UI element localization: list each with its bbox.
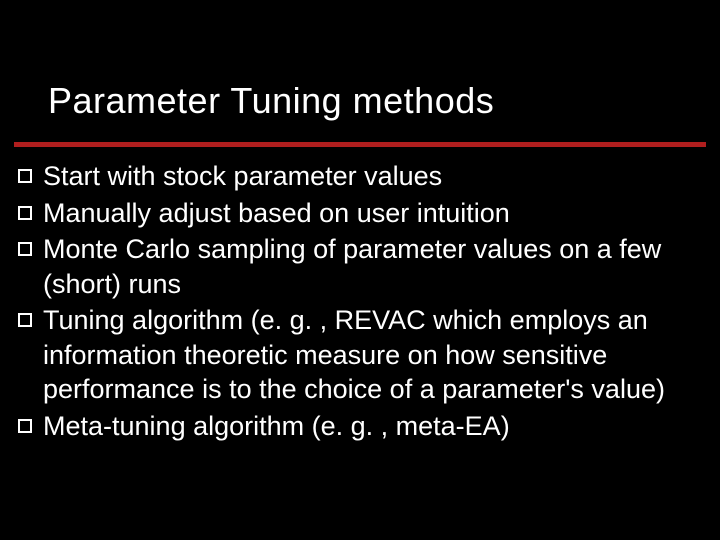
checkbox-icon (18, 206, 32, 220)
title-area: Parameter Tuning methods (0, 0, 720, 134)
list-item: Manually adjust based on user intuition (18, 196, 702, 231)
bullet-text: Start with stock parameter values (43, 159, 702, 194)
checkbox-icon (18, 313, 32, 327)
bullet-text: Manually adjust based on user intuition (43, 196, 702, 231)
list-item: Start with stock parameter values (18, 159, 702, 194)
slide-container: Parameter Tuning methods Start with stoc… (0, 0, 720, 540)
bullet-text: Meta-tuning algorithm (e. g. , meta-EA) (43, 409, 702, 444)
bullet-text: Tuning algorithm (e. g. , REVAC which em… (43, 303, 702, 407)
list-item: Meta-tuning algorithm (e. g. , meta-EA) (18, 409, 702, 444)
checkbox-icon (18, 169, 32, 183)
page-title: Parameter Tuning methods (48, 80, 680, 122)
list-item: Tuning algorithm (e. g. , REVAC which em… (18, 303, 702, 407)
list-item: Monte Carlo sampling of parameter values… (18, 232, 702, 301)
content-area: Start with stock parameter values Manual… (0, 147, 720, 443)
checkbox-icon (18, 419, 32, 433)
bullet-text: Monte Carlo sampling of parameter values… (43, 232, 702, 301)
checkbox-icon (18, 242, 32, 256)
